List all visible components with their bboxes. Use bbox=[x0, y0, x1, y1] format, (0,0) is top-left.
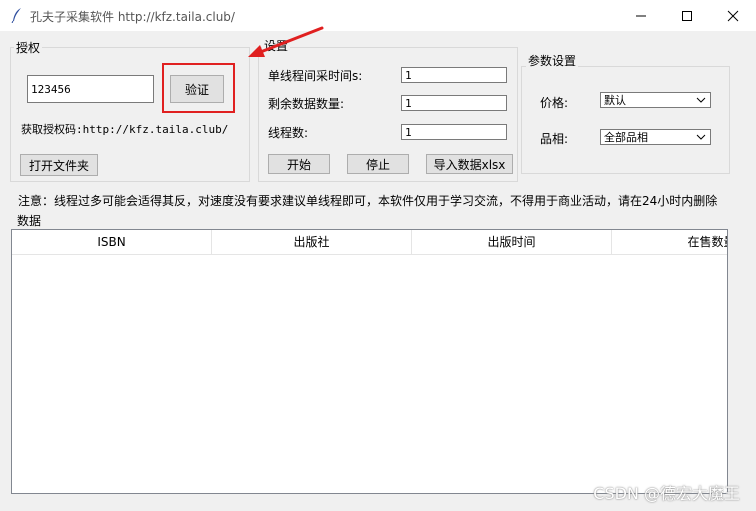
params-group bbox=[521, 66, 730, 174]
chevron-down-icon bbox=[696, 134, 706, 140]
params-group-title: 参数设置 bbox=[526, 52, 579, 69]
open-folder-button[interactable]: 打开文件夹 bbox=[20, 154, 98, 176]
price-select[interactable]: 默认 bbox=[600, 92, 711, 108]
window-title: 孔夫子采集软件 http://kfz.taila.club/ bbox=[30, 10, 235, 24]
close-button[interactable] bbox=[710, 0, 756, 31]
stop-button[interactable]: 停止 bbox=[347, 154, 409, 174]
remaining-label: 剩余数据数量: bbox=[268, 97, 345, 111]
data-table[interactable]: ISBN 出版社 出版时间 在售数量 bbox=[11, 229, 728, 494]
interval-input[interactable]: 1 bbox=[401, 67, 507, 83]
maximize-button[interactable] bbox=[664, 0, 710, 31]
threads-label: 线程数: bbox=[268, 126, 309, 140]
chevron-down-icon bbox=[696, 97, 706, 103]
get-code-text: 获取授权码:http://kfz.taila.club/ bbox=[21, 123, 229, 136]
interval-label: 单线程间采时间s: bbox=[268, 69, 363, 83]
column-header-publisher[interactable]: 出版社 bbox=[212, 230, 412, 254]
minimize-icon bbox=[636, 15, 646, 16]
feather-icon bbox=[11, 8, 21, 23]
auth-group-title: 授权 bbox=[14, 39, 43, 56]
red-arrow-icon bbox=[248, 26, 324, 57]
watermark: CSDN @德宏大魔王 bbox=[593, 484, 740, 503]
price-label: 价格: bbox=[540, 96, 569, 110]
price-select-value: 默认 bbox=[604, 94, 626, 107]
category-select[interactable]: 全部品相 bbox=[600, 129, 711, 145]
auth-code-input[interactable]: 123456 bbox=[27, 75, 154, 103]
export-xlsx-button[interactable]: 导入数据xlsx bbox=[426, 154, 513, 174]
category-label: 品相: bbox=[540, 132, 569, 146]
start-button[interactable]: 开始 bbox=[268, 154, 330, 174]
column-header-stock[interactable]: 在售数量 bbox=[612, 230, 727, 254]
app-window: 孔夫子采集软件 http://kfz.taila.club/ 授权 123456… bbox=[0, 0, 756, 511]
close-icon bbox=[727, 10, 739, 21]
column-header-publish-date[interactable]: 出版时间 bbox=[412, 230, 612, 254]
highlight-box bbox=[162, 63, 235, 113]
table-header: ISBN 出版社 出版时间 在售数量 bbox=[12, 230, 727, 255]
title-bar: 孔夫子采集软件 http://kfz.taila.club/ bbox=[0, 0, 756, 31]
minimize-button[interactable] bbox=[618, 0, 664, 31]
threads-input[interactable]: 1 bbox=[401, 124, 507, 140]
remaining-input[interactable]: 1 bbox=[401, 95, 507, 111]
column-header-isbn[interactable]: ISBN bbox=[12, 230, 212, 254]
notice-text: 注意：线程过多可能会适得其反，对速度没有要求建议单线程即可，本软件仅用于学习交流… bbox=[18, 194, 718, 208]
maximize-icon bbox=[682, 10, 692, 21]
category-select-value: 全部品相 bbox=[604, 131, 648, 144]
data-group-title: 数据 bbox=[15, 212, 44, 229]
